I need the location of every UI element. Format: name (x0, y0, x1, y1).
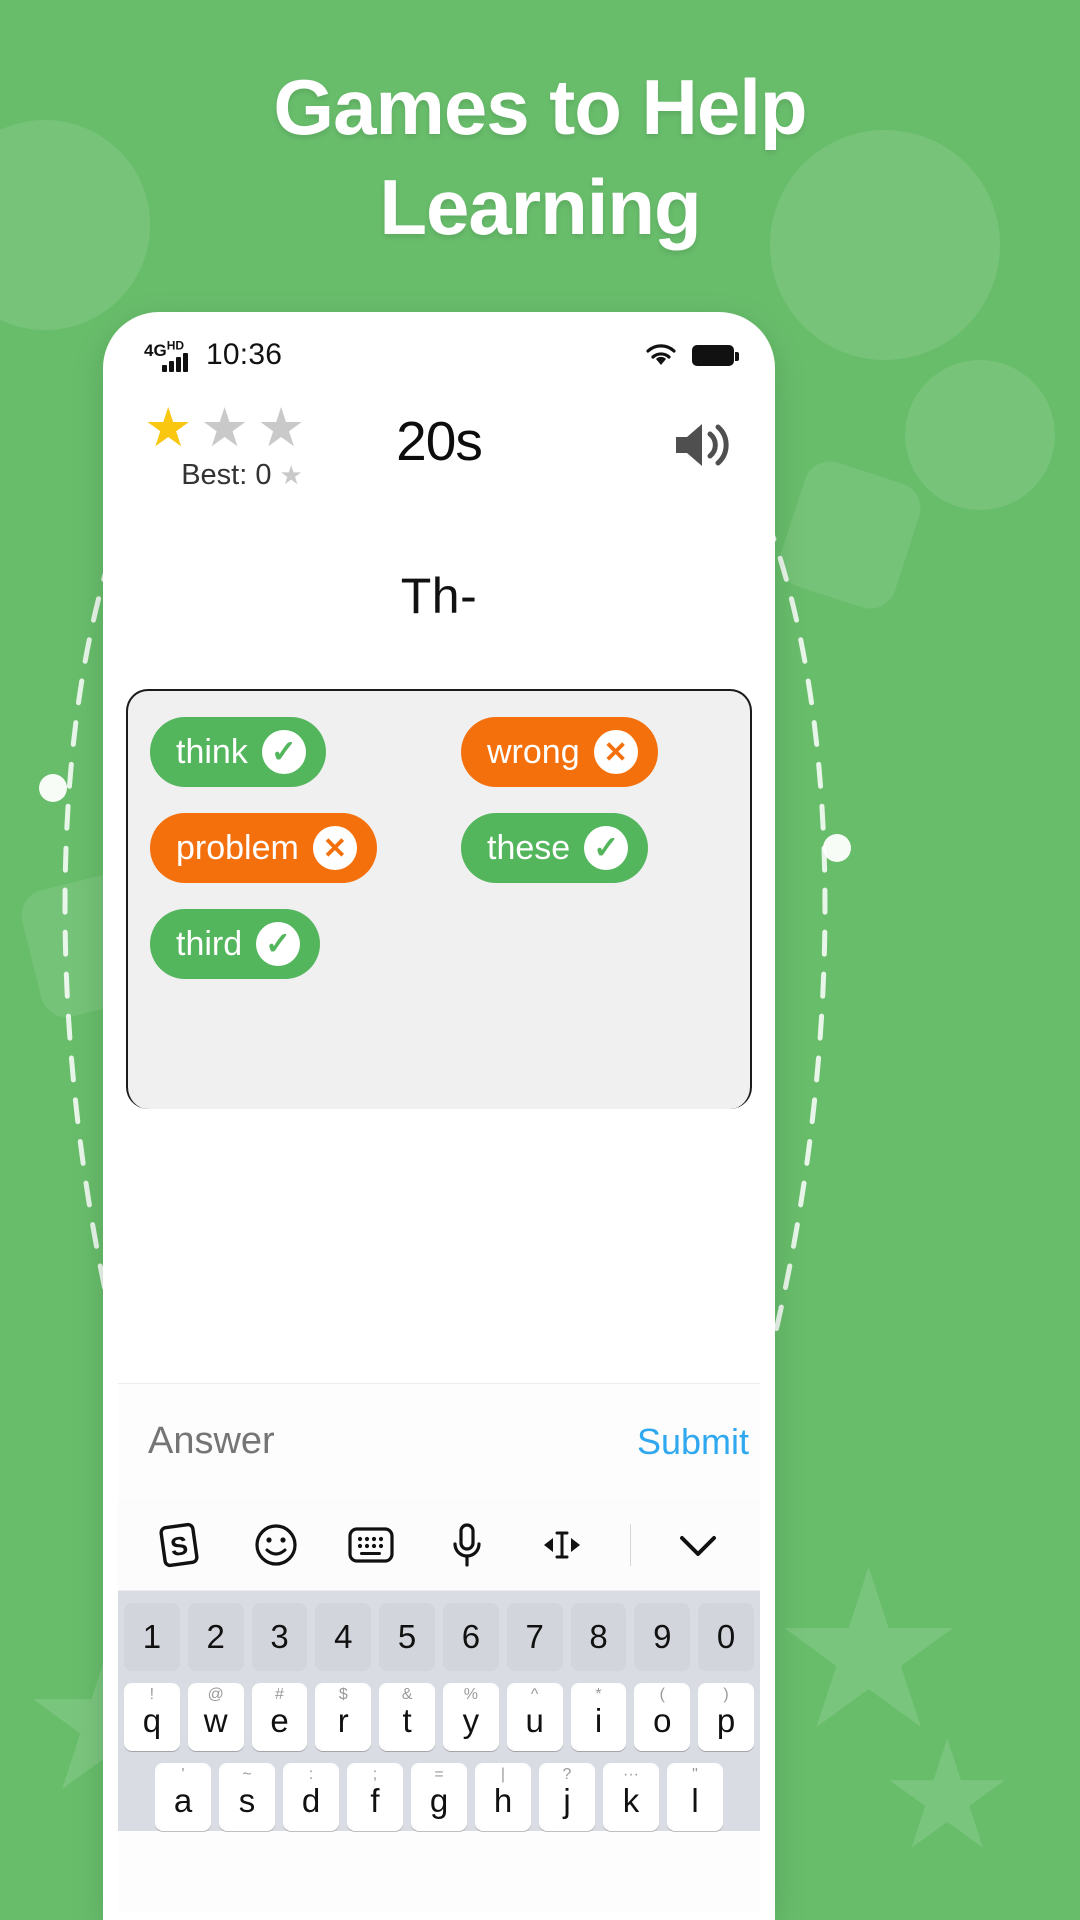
answer-label: these (487, 828, 571, 867)
phone-screen: 4GHD 10:36 ★ ★ ★ Best: 0 ★ 20s Th- think… (118, 327, 760, 1913)
cross-icon: ✕ (593, 730, 638, 774)
key-a[interactable]: ' a (155, 1763, 211, 1831)
key-4[interactable]: 4 (315, 1603, 372, 1671)
answer-pill-problem[interactable]: problem ✕ (150, 813, 377, 883)
key-2[interactable]: 2 (187, 1603, 244, 1671)
emoji-icon[interactable] (248, 1517, 304, 1573)
speaker-icon[interactable] (672, 417, 734, 473)
page-title: Games to Help Learning (0, 58, 1080, 258)
prompt-text: Th- (400, 568, 478, 624)
key-k[interactable]: ··· k (603, 1763, 659, 1831)
answers-panel: think ✓ wrong ✕ problem ✕ these ✓ third … (126, 689, 752, 1109)
key-l[interactable]: " l (667, 1763, 723, 1831)
wifi-icon (646, 344, 676, 365)
key-e[interactable]: # e (251, 1683, 308, 1751)
soft-keyboard: S 1 2 3 4 5 6 7 8 9 0 ! q @ w # e $ r & … (118, 1499, 760, 1913)
decor-square-right (772, 454, 928, 616)
answers-row-1: think ✓ wrong ✕ (128, 717, 750, 787)
key-g[interactable]: = g (411, 1763, 467, 1831)
key-5[interactable]: 5 (379, 1603, 435, 1671)
phone-mockup: 4GHD 10:36 ★ ★ ★ Best: 0 ★ 20s Th- think… (103, 312, 775, 1920)
decor-star-corner: ★ (880, 1711, 1015, 1879)
cursor-move-icon[interactable] (534, 1517, 590, 1573)
answer-pill-third[interactable]: third ✓ (150, 909, 321, 979)
collapse-keyboard-icon[interactable] (670, 1517, 726, 1573)
key-0[interactable]: 0 (698, 1603, 754, 1671)
key-o[interactable]: (o (634, 1683, 691, 1751)
key-1[interactable]: 1 (124, 1603, 180, 1671)
microphone-icon[interactable] (439, 1517, 495, 1573)
key-3[interactable]: 3 (251, 1603, 308, 1671)
key-u[interactable]: ^ u (506, 1683, 563, 1751)
key-t[interactable]: & t (379, 1683, 435, 1751)
keyboard-row-q: ! q @ w # e $ r & t % y ^ u * i (o ) p (124, 1683, 754, 1751)
key-y[interactable]: % y (443, 1683, 499, 1751)
key-8[interactable]: 8 (570, 1603, 627, 1671)
key-h[interactable]: | h (475, 1763, 531, 1831)
toolbar-divider (629, 1523, 631, 1566)
key-6[interactable]: 6 (443, 1603, 499, 1671)
timer-display: 20s (396, 410, 483, 472)
key-d[interactable]: :d (283, 1763, 339, 1831)
keyboard-icon[interactable] (343, 1517, 399, 1573)
answer-pill-these[interactable]: these ✓ (461, 813, 649, 883)
status-bar-left: 4GHD 10:36 (144, 338, 282, 372)
key-j[interactable]: ? j (539, 1763, 595, 1831)
answer-input[interactable] (148, 1420, 637, 1463)
check-icon: ✓ (261, 730, 306, 774)
keyboard-toolbar: S (118, 1499, 760, 1591)
answers-row-2: problem ✕ these ✓ (128, 813, 750, 883)
key-9[interactable]: 9 (634, 1603, 691, 1671)
status-bar-time: 10:36 (206, 338, 283, 371)
decor-star-right: ★ (770, 1527, 968, 1773)
check-icon: ✓ (256, 922, 301, 966)
answer-bar: Submit (118, 1383, 760, 1499)
key-7[interactable]: 7 (506, 1603, 563, 1671)
answer-pill-wrong[interactable]: wrong ✕ (461, 717, 658, 787)
answer-label: think (176, 732, 248, 771)
status-bar: 4GHD 10:36 (118, 327, 760, 383)
answer-label: wrong (487, 732, 580, 771)
cross-icon: ✕ (312, 826, 357, 870)
key-q[interactable]: ! q (124, 1683, 180, 1751)
key-p[interactable]: ) p (698, 1683, 754, 1751)
sogou-logo-icon[interactable]: S (152, 1517, 208, 1573)
decor-circle-right-lower (905, 360, 1055, 510)
answer-label: third (176, 924, 243, 963)
key-w[interactable]: @ w (187, 1683, 244, 1751)
answer-pill-think[interactable]: think ✓ (150, 717, 326, 787)
answers-row-3: third ✓ (128, 909, 750, 979)
answer-label: problem (176, 828, 299, 867)
check-icon: ✓ (584, 826, 629, 870)
key-s[interactable]: ~ s (219, 1763, 275, 1831)
keyboard-row-numbers: 1 2 3 4 5 6 7 8 9 0 (124, 1603, 754, 1671)
submit-button[interactable]: Submit (637, 1421, 749, 1463)
headline-line-1: Games to Help (273, 63, 807, 151)
headline-line-2: Learning (379, 162, 701, 251)
key-i[interactable]: * i (570, 1683, 627, 1751)
status-bar-right (644, 342, 739, 368)
battery-icon (692, 344, 739, 366)
keyboard-keys: 1 2 3 4 5 6 7 8 9 0 ! q @ w # e $ r & t % y ^ u… (118, 1591, 760, 1831)
game-header: ★ ★ ★ Best: 0 ★ 20s (118, 383, 760, 515)
keyboard-row-a: ' a ~ s :d ; f = g | h ? j ··· k " l (124, 1763, 754, 1831)
key-f[interactable]: ; f (347, 1763, 403, 1831)
key-r[interactable]: $ r (315, 1683, 372, 1751)
